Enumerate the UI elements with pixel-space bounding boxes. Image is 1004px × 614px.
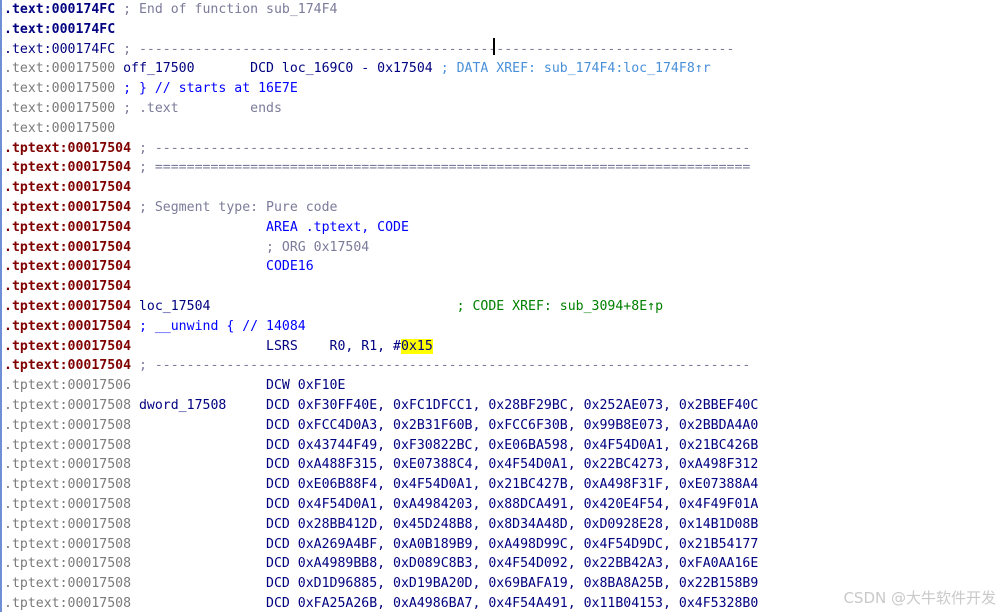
line-segment: DCD 0xA4989BB8, 0xD089C8B3, 0x4F54D092, … bbox=[131, 556, 759, 572]
line-address: .text:000174FC bbox=[4, 21, 116, 37]
line-address: .tptext:00017504 bbox=[4, 279, 132, 295]
listing-line[interactable]: .tptext:00017504 LSRS R0, R1, #0x15 bbox=[4, 337, 433, 357]
line-address: .tptext:00017504 bbox=[4, 180, 132, 196]
listing-line[interactable]: .tptext:00017504 ; ORG 0x17504 bbox=[4, 238, 369, 258]
text-cursor bbox=[493, 38, 495, 55]
line-address: .tptext:00017504 bbox=[4, 200, 132, 215]
line-address: .tptext:00017504 bbox=[4, 358, 132, 374]
line-address: .tptext:00017504 bbox=[4, 160, 132, 176]
listing-line[interactable]: .tptext:00017508 dword_17508 DCD 0xF30FF… bbox=[4, 396, 758, 416]
line-segment: loc_17504 bbox=[131, 299, 211, 314]
listing-line[interactable]: .tptext:00017508 DCD 0x28BB412D, 0x45D24… bbox=[4, 515, 758, 535]
line-address: .text:00017500 bbox=[4, 61, 116, 77]
line-segment: ; ======================================… bbox=[131, 160, 751, 176]
listing-line[interactable]: .tptext:00017506 DCW 0xF10E bbox=[4, 376, 345, 396]
disassembly-listing[interactable]: .text:000174FC ; End of function sub_174… bbox=[0, 0, 1004, 612]
line-segment: DCD 0xF30FF40E, 0xFC1DFCC1, 0x28BF29BC, … bbox=[226, 398, 759, 413]
line-segment: AREA .tptext, CODE bbox=[131, 219, 409, 235]
listing-line[interactable]: .tptext:00017508 DCD 0x4F54D0A1, 0xA4984… bbox=[4, 495, 758, 515]
listing-line[interactable]: .tptext:00017504 loc_17504 ; CODE XREF: … bbox=[4, 297, 663, 317]
line-segment: DCD 0xD1D96885, 0xD19BA20D, 0x69BAFA19, … bbox=[131, 576, 759, 592]
listing-line[interactable]: .text:000174FC ; -----------------------… bbox=[4, 40, 734, 60]
line-segment: DCW 0xF10E bbox=[131, 378, 346, 394]
line-segment: ; .text ends bbox=[115, 101, 282, 116]
listing-line[interactable]: .tptext:00017508 DCD 0xA4989BB8, 0xD089C… bbox=[4, 554, 758, 574]
line-address: .tptext:00017508 bbox=[4, 398, 132, 413]
line-segment: CODE16 bbox=[131, 259, 314, 275]
listing-line[interactable]: .tptext:00017508 DCD 0xA488F315, 0xE0738… bbox=[4, 455, 758, 475]
line-address: .tptext:00017508 bbox=[4, 417, 132, 433]
line-segment: ; __unwind { // 14084 bbox=[131, 318, 306, 334]
listing-line[interactable]: .tptext:00017508 DCD 0xA269A4BF, 0xA0B18… bbox=[4, 535, 758, 555]
listing-line[interactable]: .tptext:00017504 ; ---------------------… bbox=[4, 356, 750, 376]
listing-line[interactable]: .text:00017500 ; .text ends bbox=[4, 99, 282, 119]
listing-line[interactable]: .text:000174FC bbox=[4, 20, 115, 40]
line-segment: ; --------------------------------------… bbox=[131, 140, 751, 156]
line-segment: dword_17508 bbox=[131, 398, 227, 413]
line-address: .tptext:00017504 bbox=[4, 338, 132, 354]
line-address: .tptext:00017504 bbox=[4, 219, 132, 235]
line-segment: ; --------------------------------------… bbox=[115, 41, 735, 57]
listing-line[interactable]: .tptext:00017504 bbox=[4, 178, 131, 198]
line-address: .text:000174FC bbox=[4, 41, 116, 57]
line-segment: DCD loc_169C0 - 0x17504 bbox=[194, 61, 433, 77]
listing-line[interactable]: .tptext:00017508 DCD 0xD1D96885, 0xD19BA… bbox=[4, 574, 758, 594]
line-address: .text:000174FC bbox=[4, 2, 116, 17]
highlighted-operand: 0x15 bbox=[401, 338, 433, 354]
listing-line[interactable]: .tptext:00017508 DCD 0x43744F49, 0xF3082… bbox=[4, 436, 758, 456]
line-segment: DCD 0xE06B88F4, 0x4F54D0A1, 0x21BC427B, … bbox=[131, 477, 759, 493]
line-address: .tptext:00017506 bbox=[4, 378, 132, 394]
line-segment: DCD 0xA269A4BF, 0xA0B189B9, 0xA498D99C, … bbox=[131, 536, 759, 552]
line-address: .text:00017500 bbox=[4, 81, 116, 97]
line-segment: DCD 0x28BB412D, 0x45D248B8, 0x8D34A48D, … bbox=[131, 516, 759, 532]
listing-line[interactable]: .tptext:00017504 ; __unwind { // 14084 bbox=[4, 317, 306, 337]
line-segment: DCD 0xA488F315, 0xE07388C4, 0x4F54D0A1, … bbox=[131, 457, 759, 473]
line-segment: DCD 0xFA25A26B, 0xA4986BA7, 0x4F54A491, … bbox=[131, 596, 759, 611]
line-segment: ; } // starts at 16E7E bbox=[115, 81, 298, 97]
listing-line[interactable]: .tptext:00017504 CODE16 bbox=[4, 257, 314, 277]
line-address: .tptext:00017504 bbox=[4, 140, 132, 156]
line-address: .tptext:00017508 bbox=[4, 556, 132, 572]
line-segment: ; End of function sub_174F4 bbox=[115, 2, 338, 17]
line-address: .tptext:00017504 bbox=[4, 299, 132, 314]
listing-line[interactable]: .tptext:00017504 ; =====================… bbox=[4, 158, 750, 178]
line-segment: LSRS R0, R1, # bbox=[131, 338, 401, 354]
listing-line[interactable]: .tptext:00017508 DCD 0xE06B88F4, 0x4F54D… bbox=[4, 475, 758, 495]
line-address: .tptext:00017508 bbox=[4, 576, 132, 592]
line-address: .text:00017500 bbox=[4, 101, 116, 116]
listing-line[interactable]: .text:00017500 ; } // starts at 16E7E bbox=[4, 79, 298, 99]
line-address: .tptext:00017508 bbox=[4, 536, 132, 552]
watermark: CSDN @大牛软件开发 bbox=[843, 589, 996, 607]
line-address: .tptext:00017504 bbox=[4, 239, 132, 255]
listing-line[interactable]: .tptext:00017504 ; Segment type: Pure co… bbox=[4, 198, 337, 218]
listing-line[interactable]: .tptext:00017508 DCD 0xFA25A26B, 0xA4986… bbox=[4, 594, 758, 614]
line-address: .tptext:00017504 bbox=[4, 259, 132, 275]
line-address: .text:00017500 bbox=[4, 120, 116, 136]
listing-line[interactable]: .text:00017500 off_17500 DCD loc_169C0 -… bbox=[4, 59, 711, 79]
listing-line[interactable]: .tptext:00017508 DCD 0xFCC4D0A3, 0x2B31F… bbox=[4, 416, 758, 436]
line-address: .tptext:00017508 bbox=[4, 497, 132, 512]
listing-line[interactable]: .tptext:00017504 AREA .tptext, CODE bbox=[4, 218, 409, 238]
line-segment: ; Segment type: Pure code bbox=[131, 200, 338, 215]
line-segment: ; ORG 0x17504 bbox=[131, 239, 370, 255]
line-address: .tptext:00017508 bbox=[4, 437, 132, 453]
line-segment: DCD 0x4F54D0A1, 0xA4984203, 0x88DCA491, … bbox=[131, 497, 759, 512]
listing-line[interactable]: .text:000174FC ; End of function sub_174… bbox=[4, 0, 337, 20]
line-address: .tptext:00017504 bbox=[4, 318, 132, 334]
line-segment: ; DATA XREF: sub_174F4:loc_174F8↑r bbox=[432, 61, 711, 77]
left-gutter-bar bbox=[0, 0, 2, 612]
line-segment: DCD 0xFCC4D0A3, 0x2B31F60B, 0xFCC6F30B, … bbox=[131, 417, 759, 433]
line-address: .tptext:00017508 bbox=[4, 516, 132, 532]
listing-line[interactable]: .tptext:00017504 bbox=[4, 277, 131, 297]
line-segment: ; CODE XREF: sub_3094+8E↑p bbox=[210, 299, 664, 314]
line-segment: DCD 0x43744F49, 0xF30822BC, 0xE06BA598, … bbox=[131, 437, 759, 453]
line-address: .tptext:00017508 bbox=[4, 596, 132, 611]
line-segment: ; --------------------------------------… bbox=[131, 358, 751, 374]
line-segment: off_17500 bbox=[115, 61, 195, 77]
line-address: .tptext:00017508 bbox=[4, 457, 132, 473]
line-address: .tptext:00017508 bbox=[4, 477, 132, 493]
listing-line[interactable]: .tptext:00017504 ; ---------------------… bbox=[4, 139, 750, 159]
listing-line[interactable]: .text:00017500 bbox=[4, 119, 115, 139]
